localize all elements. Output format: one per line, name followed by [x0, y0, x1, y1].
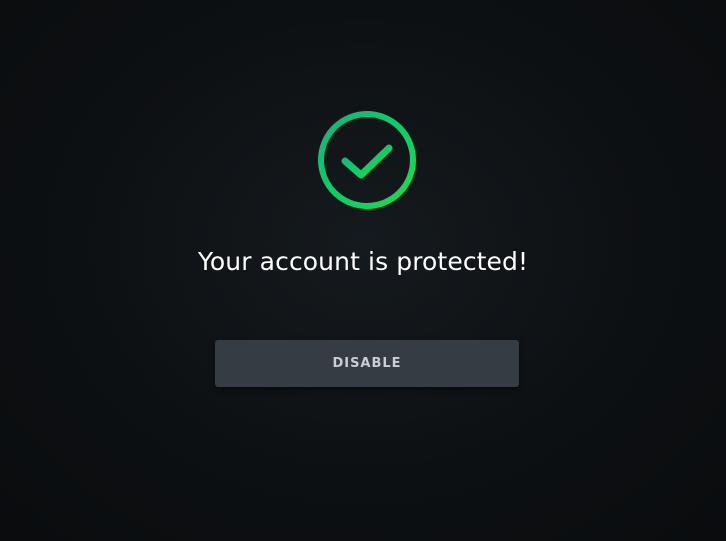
- disable-button-label: DISABLE: [332, 356, 402, 371]
- check-circle-icon: [316, 109, 418, 211]
- protection-status-panel: Your account is protected! DISABLE: [0, 0, 726, 541]
- disable-button[interactable]: DISABLE: [215, 340, 519, 387]
- protection-status-message: Your account is protected!: [197, 247, 529, 276]
